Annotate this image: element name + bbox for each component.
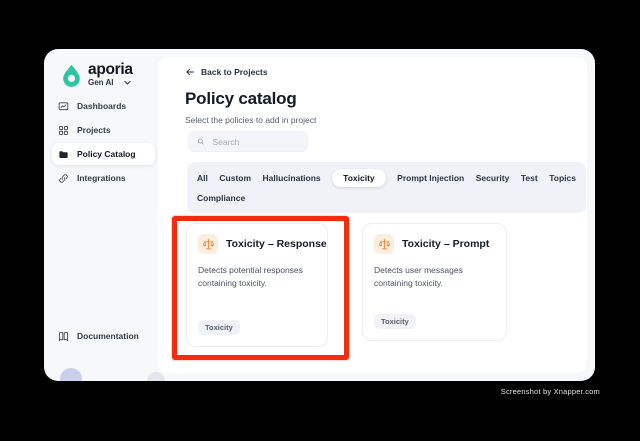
card-tag: Toxicity: [198, 320, 240, 335]
back-link-label: Back to Projects: [201, 67, 268, 77]
link-icon: [59, 173, 68, 183]
main-panel: Back to Projects Policy catalog Select t…: [158, 57, 587, 373]
policy-card-toxicity-response[interactable]: Toxicity – Response Detects potential re…: [172, 216, 349, 360]
sidebar-footer: Documentation: [44, 325, 158, 349]
brand-name: aporia: [88, 61, 133, 78]
avatar-bubble[interactable]: [60, 368, 82, 381]
card-tag: Toxicity: [374, 314, 416, 329]
search-icon: [197, 138, 204, 145]
tab-custom[interactable]: Custom: [219, 169, 251, 187]
sidebar-item-label: Projects: [77, 125, 111, 135]
sidebar-nav: Dashboards Projects Policy Catalog Integ…: [44, 95, 158, 191]
category-tabs: All Custom Hallucinations Toxicity Promp…: [187, 162, 586, 213]
chevron-down-icon[interactable]: [123, 78, 132, 87]
policy-cards: Toxicity – Response Detects potential re…: [172, 216, 507, 360]
tab-prompt-injection[interactable]: Prompt Injection: [397, 169, 464, 187]
tab-topics[interactable]: Topics: [549, 169, 576, 187]
card-description: Detects user messages containing toxicit…: [374, 265, 463, 289]
card-title: Toxicity – Prompt: [402, 238, 490, 250]
folder-icon: [59, 150, 68, 158]
sidebar-item-projects[interactable]: Projects: [52, 119, 155, 141]
tab-test[interactable]: Test: [521, 169, 538, 187]
scales-icon: [374, 234, 394, 254]
card-title: Toxicity – Response: [226, 238, 327, 250]
book-icon: [58, 331, 69, 341]
search-box[interactable]: [188, 131, 308, 152]
arrow-left-icon: [186, 68, 194, 76]
page-subtitle: Select the policies to add in project: [185, 115, 317, 125]
sidebar: aporia Gen AI Dashboards Projects Policy…: [44, 49, 165, 381]
sidebar-item-policy-catalog[interactable]: Policy Catalog: [52, 143, 155, 165]
sidebar-item-label: Policy Catalog: [77, 149, 136, 159]
tab-toxicity[interactable]: Toxicity: [332, 169, 386, 187]
workspace-name: Gen AI: [88, 78, 114, 87]
sidebar-item-documentation[interactable]: Documentation: [52, 325, 155, 347]
back-to-projects-link[interactable]: Back to Projects: [185, 67, 268, 77]
brand: aporia Gen AI: [61, 61, 133, 88]
card-description: Detects potential responses containing t…: [198, 265, 303, 289]
grid-icon: [59, 125, 68, 135]
tab-compliance[interactable]: Compliance: [197, 189, 245, 207]
page-title: Policy catalog: [185, 89, 297, 108]
sidebar-item-label: Integrations: [77, 173, 126, 183]
xnapper-watermark: Screenshot by Xnapper.com: [500, 387, 600, 396]
scales-icon: [198, 234, 218, 254]
tab-hallucinations[interactable]: Hallucinations: [263, 169, 321, 187]
dashboard-icon: [58, 101, 69, 110]
app-window: aporia Gen AI Dashboards Projects Policy…: [44, 49, 595, 381]
tab-security[interactable]: Security: [476, 169, 510, 187]
sidebar-item-label: Documentation: [77, 331, 139, 341]
aporia-logo-icon: [63, 64, 80, 87]
sidebar-item-integrations[interactable]: Integrations: [52, 167, 155, 189]
sidebar-item-dashboards[interactable]: Dashboards: [52, 95, 155, 117]
sidebar-item-label: Dashboards: [77, 101, 127, 111]
tab-all[interactable]: All: [197, 169, 208, 187]
search-input[interactable]: [210, 135, 299, 148]
chat-bubble[interactable]: [147, 372, 165, 381]
policy-card-toxicity-prompt[interactable]: Toxicity – Prompt Detects user messages …: [362, 223, 507, 341]
